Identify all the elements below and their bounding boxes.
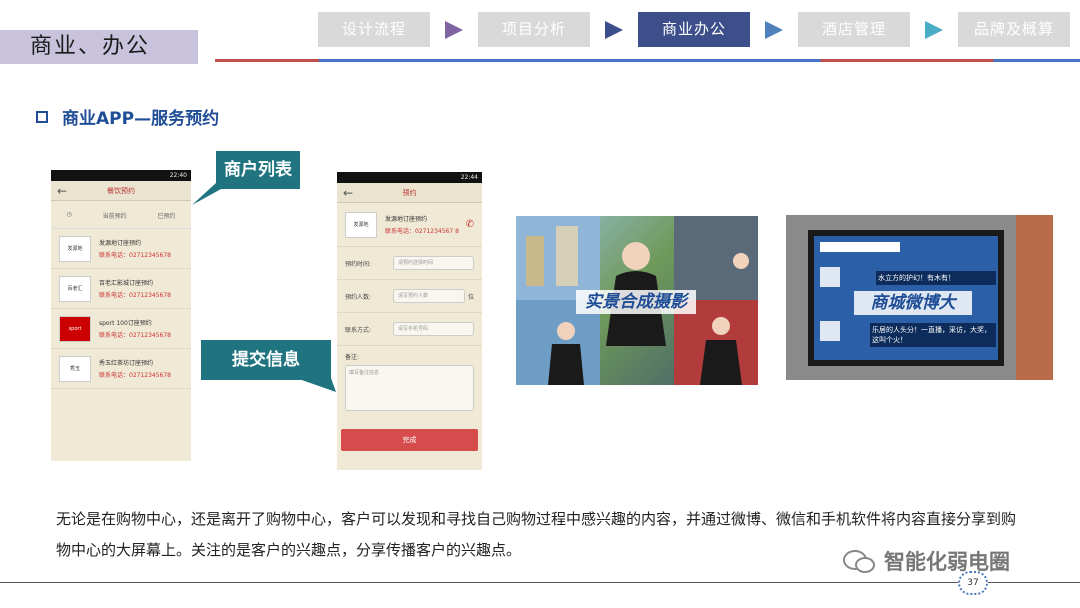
back-arrow-icon[interactable]: ← [57,181,67,201]
arrow-right-icon [910,12,958,47]
slide-heading: 商业APP—服务预约 [36,104,219,129]
form-row-contact: 联系方式: 请写手机号码 [337,313,482,346]
phone-merchant-list: 22:40 ← 餐饮预约 ◷ 当前预约 已预约 发源地 发源地订座预约联系电话：… [51,170,191,461]
shop-phone: 联系电话：0271234567 8 [385,228,459,235]
app-titlebar: ← 预约 [337,183,482,203]
status-bar: 22:44 [337,172,482,183]
merchant-logo: 发源地 [59,235,91,262]
merchant-phone: 联系电话：02712345678 [99,372,171,379]
watermark-text: 智能化弱电圈 [884,550,1010,574]
people-unit: 位 [467,293,474,301]
arrow-right-icon [750,12,798,47]
footer-divider [0,582,1080,583]
back-arrow-icon[interactable]: ← [343,183,353,203]
form-label: 预约时间: [345,260,372,268]
nav-step-analysis[interactable]: 项目分析 [478,12,590,47]
form-row-time: 预约时间: 请预约选择时间 [337,247,482,280]
watermark: 智能化弱电圈 [842,546,1010,576]
shop-logo: 发源地 [345,211,377,238]
screen-photo: 水立方的护幻！有木有！ 乐居的人头分！一直播，采访，大奖，这叫个火！ 商城微博大 [786,215,1053,380]
header-divider [215,59,1080,62]
people-input[interactable]: 请写预约人数 [393,289,465,303]
submit-button[interactable]: 完成 [341,429,478,451]
page-number: 37 [958,571,988,595]
process-nav: 设计流程 项目分析 商业办公 酒店管理 品牌及概算 [318,12,1070,47]
status-bar: 22:40 [51,170,191,181]
merchant-logo: 百老汇 [59,275,91,302]
merchant-row[interactable]: 发源地 发源地订座预约联系电话：02712345678 [51,229,191,269]
form-label: 预约人数: [345,293,372,301]
note-textarea[interactable]: 填写备注信息 [345,365,474,411]
merchant-name: sport 100订座预约 [99,320,152,327]
merchant-phone: 联系电话：02712345678 [99,292,171,299]
wechat-icon [843,550,875,573]
merchant-row[interactable]: 秀玉 秀玉红茶坊订座预约联系电话：02712345678 [51,349,191,389]
nav-step-commercial[interactable]: 商业办公 [638,12,750,47]
merchant-phone: 联系电话：02712345678 [99,332,171,339]
photo-caption: 实景合成摄影 [576,290,696,314]
tab-booked[interactable]: 已预约 [158,211,176,220]
contact-input[interactable]: 请写手机号码 [393,322,474,336]
callout-pointer-icon [192,183,232,205]
merchant-name: 百老汇影城订座预约 [99,280,154,287]
nav-step-hotel[interactable]: 酒店管理 [798,12,910,47]
merchant-row[interactable]: sport sport 100订座预约联系电话：02712345678 [51,309,191,349]
app-title: 餐饮预约 [107,187,135,195]
note-section: 备注: 填写备注信息 [337,346,482,417]
app-title: 预约 [402,189,417,197]
composite-photo: 实景合成摄影 [516,216,758,385]
merchant-logo: 秀玉 [59,355,91,382]
tab-current[interactable]: 当前预约 [103,211,127,220]
merchant-logo: sport [59,315,91,342]
shop-header: 发源地 发源地订座预约联系电话：0271234567 8 ✆ [337,203,482,247]
callout-submit-info: 提交信息 [201,340,331,380]
merchant-row[interactable]: 百老汇 百老汇影城订座预约联系电话：02712345678 [51,269,191,309]
square-bullet-icon [36,110,48,123]
form-row-people: 预约人数: 请写预约人数 位 [337,280,482,313]
phone-call-icon[interactable]: ✆ [466,219,474,230]
callout-pointer-icon [296,378,336,392]
photo-caption: 商城微博大 [854,291,972,315]
merchant-name: 秀玉红茶坊订座预约 [99,360,154,367]
clock-icon: ◷ [66,211,72,218]
nav-step-design[interactable]: 设计流程 [318,12,430,47]
merchant-phone: 联系电话：02712345678 [99,252,171,259]
screen-post-2: 乐居的人头分！一直播，采访，大奖，这叫个火！ [870,323,996,347]
filter-tabs: ◷ 当前预约 已预约 [51,201,191,229]
arrow-right-icon [590,12,638,47]
arrow-right-icon [430,12,478,47]
merchant-name: 发源地订座预约 [99,240,142,247]
time-input[interactable]: 请预约选择时间 [393,256,474,270]
heading-text: 商业APP—服务预约 [62,109,220,129]
note-label: 备注: [345,354,360,361]
shop-name: 发源地订座预约 [385,216,428,223]
screen-post-1: 水立方的护幻！有木有！ [876,271,996,285]
section-tag: 商业、办公 [0,30,198,64]
app-titlebar: ← 餐饮预约 [51,181,191,201]
phone-booking-form: 22:44 ← 预约 发源地 发源地订座预约联系电话：0271234567 8 … [337,172,482,470]
nav-step-brand[interactable]: 品牌及概算 [958,12,1070,47]
form-label: 联系方式: [345,326,372,334]
